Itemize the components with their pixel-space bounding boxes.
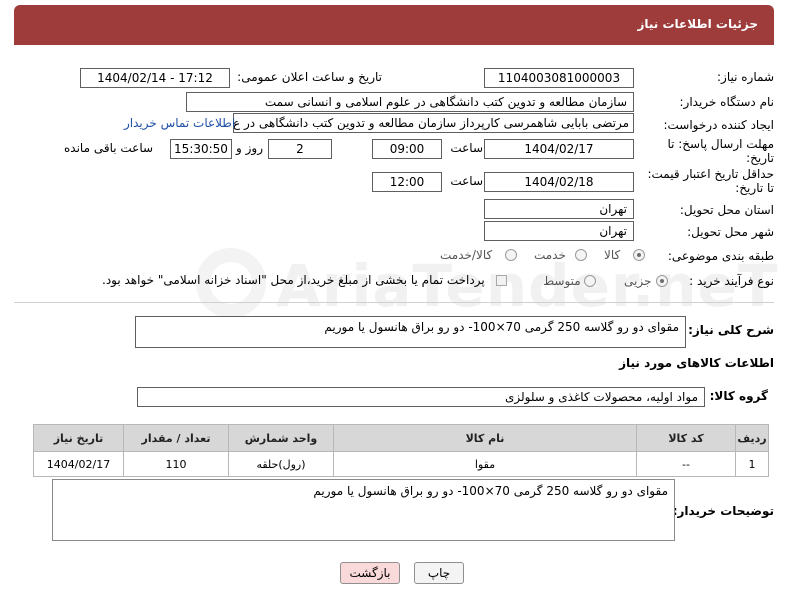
general-description-field: مقوای دو رو گلاسه 250 گرمی 70×100- دو رو… (135, 316, 686, 348)
delivery-city-label: شهر محل تحویل: (687, 225, 774, 239)
col-quantity: تعداد / مقدار (123, 424, 229, 452)
cell-need-date: 1404/02/17 (33, 451, 124, 477)
col-item-code: کد کالا (636, 424, 736, 452)
col-row-number: ردیف (735, 424, 769, 452)
requester-field: مرتضی بابایی شاهمرسی کارپرداز سازمان مطا… (233, 113, 634, 133)
print-button[interactable]: چاپ (414, 562, 464, 584)
buyer-contact-link[interactable]: اطلاعات تماس خریدار (124, 116, 235, 130)
goods-group-field: مواد اولیه، محصولات کاغذی و سلولزی (137, 387, 705, 407)
col-unit: واحد شمارش (228, 424, 334, 452)
goods-table: ردیف کد کالا نام کالا واحد شمارش تعداد /… (33, 424, 769, 477)
cell-item-name: مقوا (333, 451, 637, 477)
category-radio-service[interactable] (575, 249, 587, 261)
reply-days-label: روز و (236, 141, 263, 155)
price-validity-date: 1404/02/18 (484, 172, 634, 192)
category-option-service: خدمت (534, 248, 566, 262)
purchase-radio-medium[interactable] (584, 275, 596, 287)
cell-unit: (رول)حلقه (228, 451, 334, 477)
purchase-radio-minor[interactable] (656, 275, 668, 287)
category-option-both: کالا/خدمت (440, 248, 493, 262)
buyer-org-field: سازمان مطالعه و تدوین کتب دانشگاهی در عل… (186, 92, 634, 112)
section-divider (14, 302, 774, 303)
reply-deadline-label-2: تاریخ: (746, 151, 774, 165)
col-item-name: نام کالا (333, 424, 637, 452)
back-button[interactable]: بازگشت (340, 562, 400, 584)
reply-deadline-date: 1404/02/17 (484, 139, 634, 159)
cell-row-number: 1 (735, 451, 769, 477)
category-radio-goods[interactable] (633, 249, 645, 261)
need-number-field: 1104003081000003 (484, 68, 634, 88)
reply-deadline-time: 09:00 (372, 139, 442, 159)
delivery-city-field: تهران (484, 221, 634, 241)
category-radio-both[interactable] (505, 249, 517, 261)
category-label: طبقه بندی موضوعی: (667, 249, 774, 263)
reply-time-label: ساعت (450, 141, 483, 155)
announce-datetime-field: 1404/02/14 - 17:12 (80, 68, 230, 88)
remaining-time-label: ساعت باقی مانده (64, 141, 154, 155)
price-time-label: ساعت (450, 174, 483, 188)
price-validity-label-2: تا تاریخ: (735, 181, 774, 195)
purchase-type-label: نوع فرآیند خرید : (689, 274, 774, 288)
purchase-option-minor: جزیی (624, 274, 652, 288)
general-description-label: شرح کلی نیاز: (688, 323, 774, 337)
reply-deadline-label: مهلت ارسال پاسخ: تا (667, 137, 774, 151)
requester-label: ایجاد کننده درخواست: (663, 118, 774, 132)
announce-datetime-label: تاریخ و ساعت اعلان عمومی: (237, 70, 382, 84)
buyer-notes-field: مقوای دو رو گلاسه 250 گرمی 70×100- دو رو… (52, 479, 675, 541)
buyer-notes-label: توضیحات خریدار: (672, 504, 774, 518)
price-validity-time: 12:00 (372, 172, 442, 192)
treasury-payment-note: پرداخت تمام یا بخشی از مبلغ خرید،از محل … (102, 273, 485, 287)
delivery-province-label: استان محل تحویل: (679, 203, 774, 217)
need-number-label: شماره نیاز: (717, 70, 774, 84)
remaining-time-field: 15:30:50 (170, 139, 232, 159)
col-need-date: تاریخ نیاز (33, 424, 124, 452)
table-row: 1 -- مقوا (رول)حلقه 110 1404/02/17 (33, 451, 769, 477)
goods-section-title: اطلاعات کالاهای مورد نیاز (619, 356, 774, 370)
goods-group-label: گروه کالا: (709, 389, 768, 403)
cell-item-code: -- (636, 451, 736, 477)
price-validity-label: حداقل تاریخ اعتبار قیمت: (647, 167, 774, 181)
delivery-province-field: تهران (484, 199, 634, 219)
cell-quantity: 110 (123, 451, 229, 477)
treasury-payment-checkbox[interactable] (496, 275, 507, 286)
buyer-org-label: نام دستگاه خریدار: (679, 95, 775, 109)
page-title: جزئیات اطلاعات نیاز (637, 17, 758, 31)
reply-days-field: 2 (268, 139, 332, 159)
table-header-row: ردیف کد کالا نام کالا واحد شمارش تعداد /… (33, 424, 769, 452)
category-option-goods: کالا (604, 248, 621, 262)
page-header: جزئیات اطلاعات نیاز (14, 5, 774, 45)
purchase-option-medium: متوسط (543, 274, 581, 288)
